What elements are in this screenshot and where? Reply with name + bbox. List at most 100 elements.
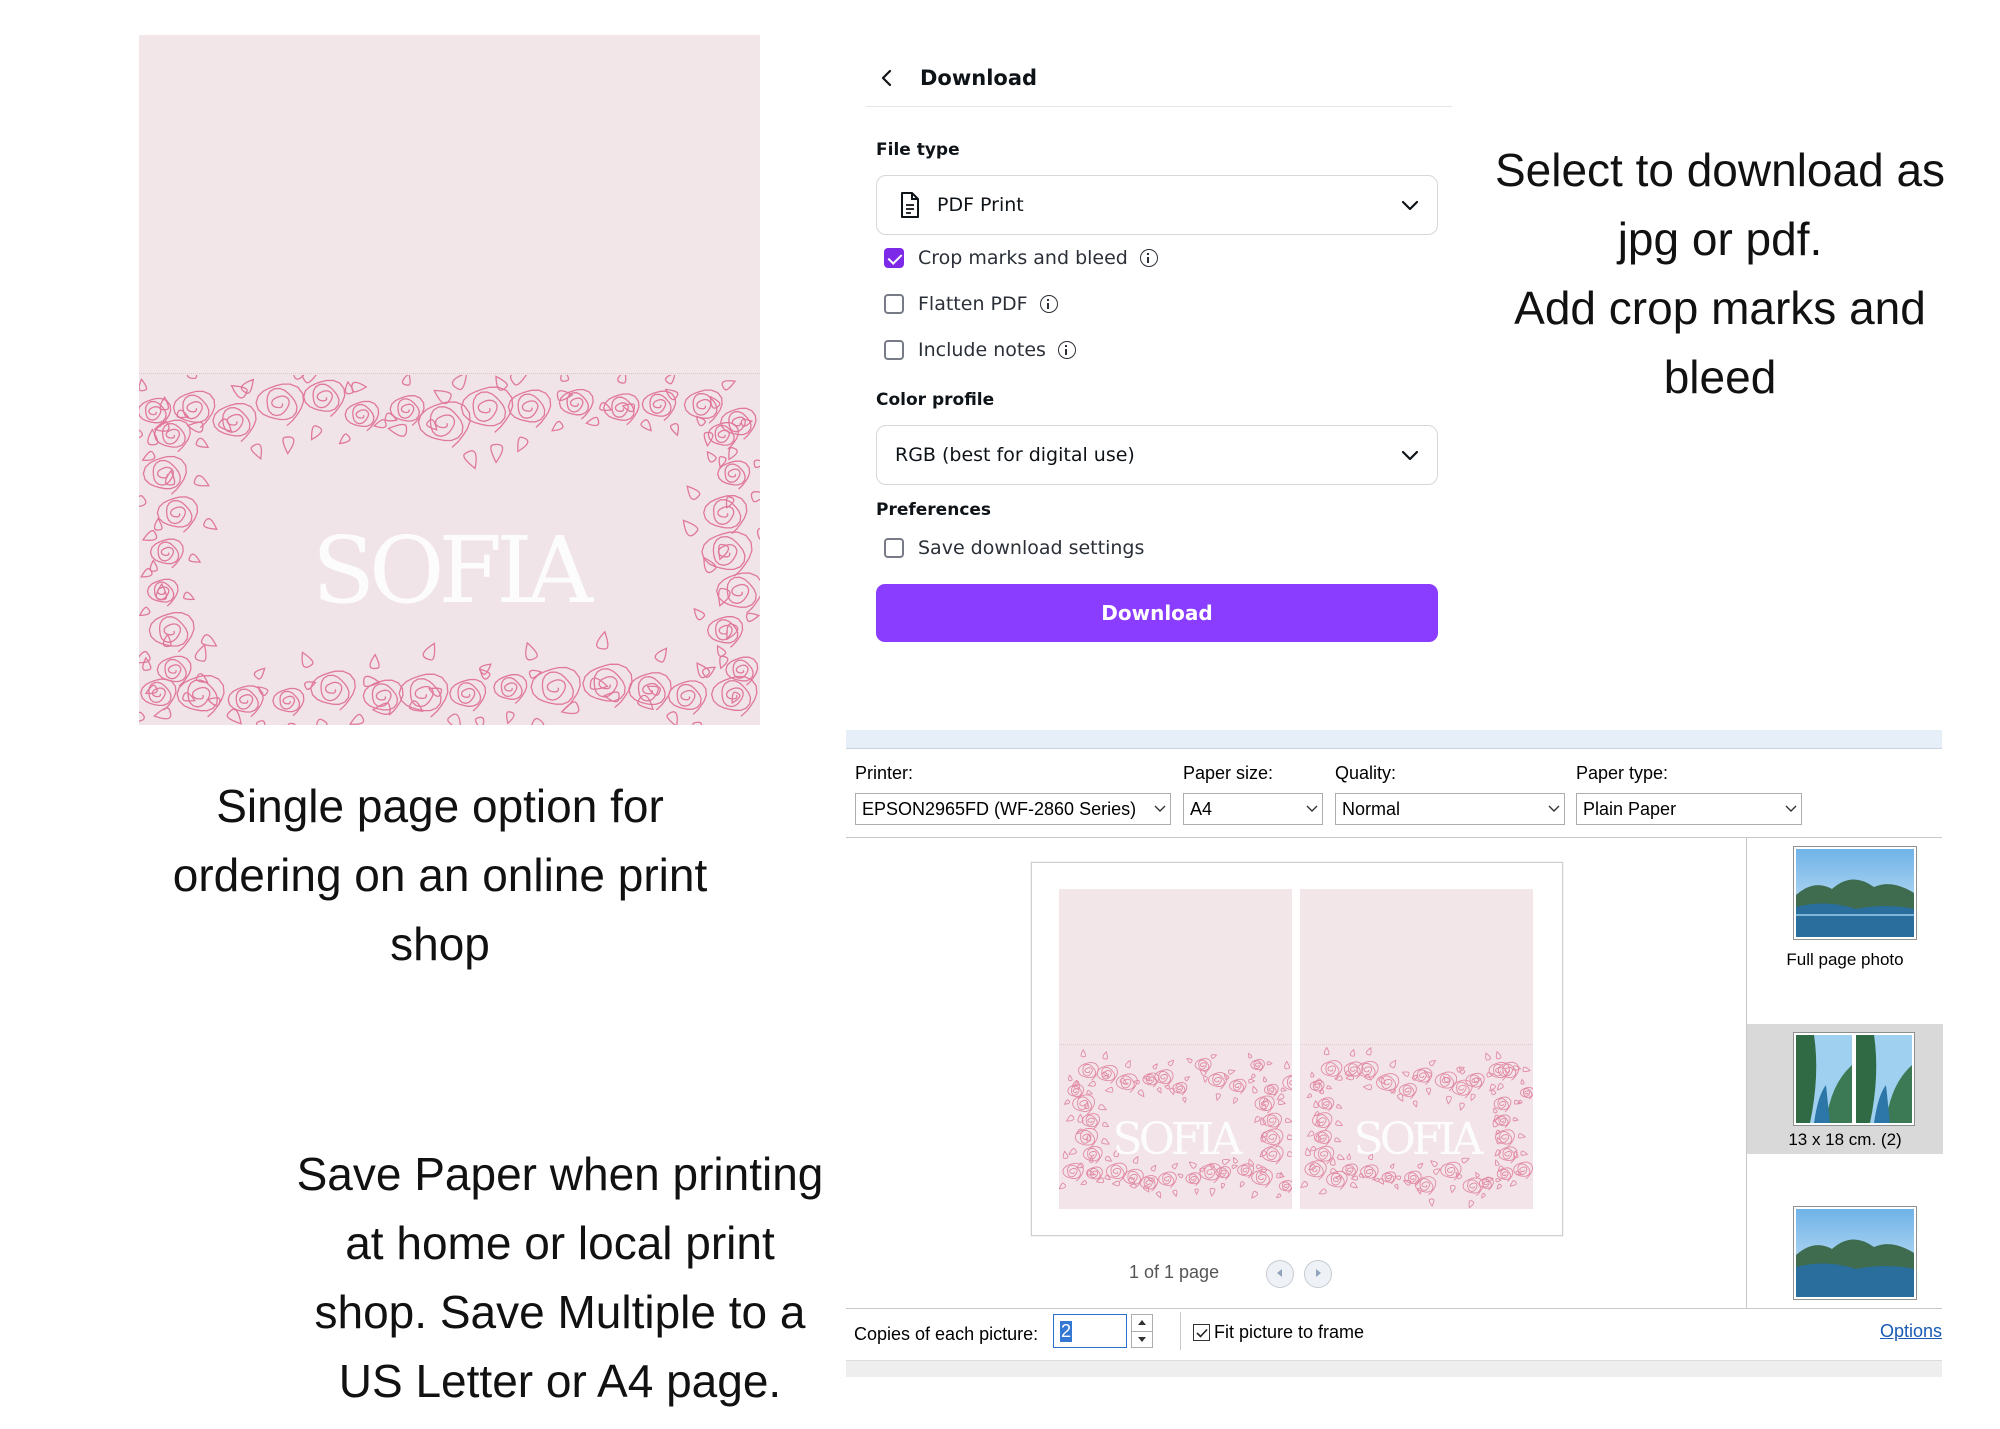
layouts-sidebar: Full page photo 13 x 18 cm. (2) <box>1746 838 1943 1308</box>
caption-line: shop <box>390 918 490 970</box>
save-paper-caption: Save Paper when printing at home or loca… <box>250 1140 870 1416</box>
copies-spinner[interactable]: 2 <box>1053 1314 1163 1348</box>
save-settings-label: Save download settings <box>918 537 1145 559</box>
options-link[interactable]: Options <box>1880 1321 1942 1342</box>
checkbox-unchecked[interactable] <box>884 340 904 360</box>
card-blank-top <box>139 35 760 374</box>
download-button[interactable]: Download <box>876 584 1438 642</box>
color-profile-select[interactable]: RGB (best for digital use) <box>876 425 1438 485</box>
checkbox-unchecked[interactable] <box>884 294 904 314</box>
checkbox-unchecked[interactable] <box>884 538 904 558</box>
crop-marks-label: Crop marks and bleed <box>918 247 1128 269</box>
caption-line: US Letter or A4 page. <box>338 1355 782 1407</box>
printer-value: EPSON2965FD (WF-2860 Series) <box>862 798 1137 819</box>
download-panel: Download File type PDF Print Crop marks … <box>866 50 1452 650</box>
caption-line: Select to download as <box>1494 144 1946 196</box>
paper-size-label: Paper size: <box>1183 763 1274 783</box>
copies-input[interactable]: 2 <box>1053 1314 1127 1348</box>
previous-page-button[interactable] <box>1266 1260 1294 1288</box>
file-type-select[interactable]: PDF Print <box>876 175 1438 235</box>
caption-line: ordering on an online print <box>172 849 708 901</box>
layout-label: 13 x 18 cm. (2) <box>1788 1130 1902 1149</box>
spin-up-icon[interactable] <box>1132 1315 1152 1332</box>
triangle-left-icon <box>1275 1265 1285 1283</box>
info-icon[interactable] <box>1057 341 1076 359</box>
paper-type-value: Plain Paper <box>1583 798 1677 819</box>
caption-line: jpg or pdf. <box>1617 213 1823 265</box>
color-profile-value: RGB (best for digital use) <box>895 444 1135 466</box>
document-icon <box>899 191 921 219</box>
fit-picture-label: Fit picture to frame <box>1214 1322 1365 1342</box>
caption-line: Single page option for <box>216 780 664 832</box>
spin-down-icon[interactable] <box>1132 1332 1152 1348</box>
quality-select[interactable]: Normal <box>1335 793 1565 825</box>
print-dialog: Printer: EPSON2965FD (WF-2860 Series) Pa… <box>846 730 1943 1377</box>
copies-value: 2 <box>1060 1320 1073 1342</box>
select-download-caption: Select to download as jpg or pdf. Add cr… <box>1470 136 1970 412</box>
caption-line: bleed <box>1663 351 1777 403</box>
dialog-top-strip <box>846 730 1942 749</box>
dialog-bottom-strip <box>846 1360 1942 1377</box>
layout-option-third[interactable] <box>1747 1198 1943 1308</box>
include-notes-label: Include notes <box>918 339 1046 361</box>
file-type-value: PDF Print <box>937 194 1024 216</box>
chevron-down-icon <box>1302 805 1322 813</box>
caption-line: Add crop marks and <box>1514 282 1926 334</box>
chevron-down-icon <box>1150 805 1170 813</box>
paper-size-value: A4 <box>1190 798 1213 819</box>
layout-option-13x18[interactable]: 13 x 18 cm. (2) <box>1747 1024 1943 1154</box>
spinner-buttons[interactable] <box>1131 1314 1153 1348</box>
checkbox-checked[interactable] <box>884 248 904 268</box>
chevron-left-icon[interactable] <box>880 68 894 88</box>
card-preview: SOFIA <box>139 35 760 725</box>
page-indicator: 1 of 1 page <box>1129 1262 1220 1282</box>
layout-option-full-page[interactable]: Full page photo <box>1747 838 1943 998</box>
caption-line: at home or local print <box>345 1217 775 1269</box>
info-icon[interactable] <box>1039 295 1058 313</box>
paper-type-select[interactable]: Plain Paper <box>1576 793 1802 825</box>
landscape-photo-thumbnail <box>1793 846 1917 940</box>
flatten-pdf-checkbox[interactable]: Flatten PDF <box>884 292 1058 316</box>
flatten-pdf-label: Flatten PDF <box>918 293 1028 315</box>
color-profile-label: Color profile <box>876 390 995 410</box>
divider <box>1180 1312 1181 1350</box>
preview-card-blank-top <box>1300 889 1533 1045</box>
preview-card-name: SOFIA <box>1112 1114 1243 1165</box>
single-page-caption: Single page option for ordering on an on… <box>120 772 760 979</box>
printer-select[interactable]: EPSON2965FD (WF-2860 Series) <box>855 793 1171 825</box>
preview-card-blank-top <box>1059 889 1292 1045</box>
printer-label: Printer: <box>855 763 914 783</box>
print-preview-page: SOFIA SOFIA <box>1031 862 1563 1236</box>
card-name-text: SOFIA <box>311 517 593 624</box>
paper-type-label: Paper type: <box>1576 763 1669 783</box>
chevron-down-icon <box>1544 805 1564 813</box>
caption-line: Save Paper when printing <box>296 1148 824 1200</box>
download-panel-title: Download <box>920 66 1038 90</box>
copies-label: Copies of each picture: <box>854 1324 1039 1344</box>
preview-card-right: SOFIA <box>1300 889 1533 1209</box>
layout-label: Full page photo <box>1786 950 1904 969</box>
landscape-photo-thumbnail <box>1793 1206 1917 1300</box>
download-panel-header: Download <box>866 50 1452 107</box>
crop-marks-checkbox[interactable]: Crop marks and bleed <box>884 246 1158 270</box>
paper-size-select[interactable]: A4 <box>1183 793 1323 825</box>
divider <box>846 1308 1942 1309</box>
include-notes-checkbox[interactable]: Include notes <box>884 338 1076 362</box>
chevron-down-icon <box>1781 805 1801 813</box>
preferences-label: Preferences <box>876 500 992 520</box>
chevron-down-icon <box>1401 199 1419 211</box>
preview-card-left: SOFIA <box>1059 889 1292 1209</box>
save-settings-checkbox[interactable]: Save download settings <box>884 536 1144 560</box>
checkbox-checked[interactable] <box>1193 1324 1210 1341</box>
caption-line: shop. Save Multiple to a <box>314 1286 806 1338</box>
preview-card-name: SOFIA <box>1353 1114 1484 1165</box>
quality-value: Normal <box>1342 798 1401 819</box>
quality-label: Quality: <box>1335 763 1397 783</box>
file-type-label: File type <box>876 140 960 160</box>
fit-picture-checkbox[interactable]: Fit picture to frame <box>1193 1322 1364 1343</box>
info-icon[interactable] <box>1139 249 1158 267</box>
two-photo-thumbnail <box>1793 1032 1915 1126</box>
chevron-down-icon <box>1401 449 1419 461</box>
next-page-button[interactable] <box>1304 1260 1332 1288</box>
triangle-right-icon <box>1313 1265 1323 1283</box>
